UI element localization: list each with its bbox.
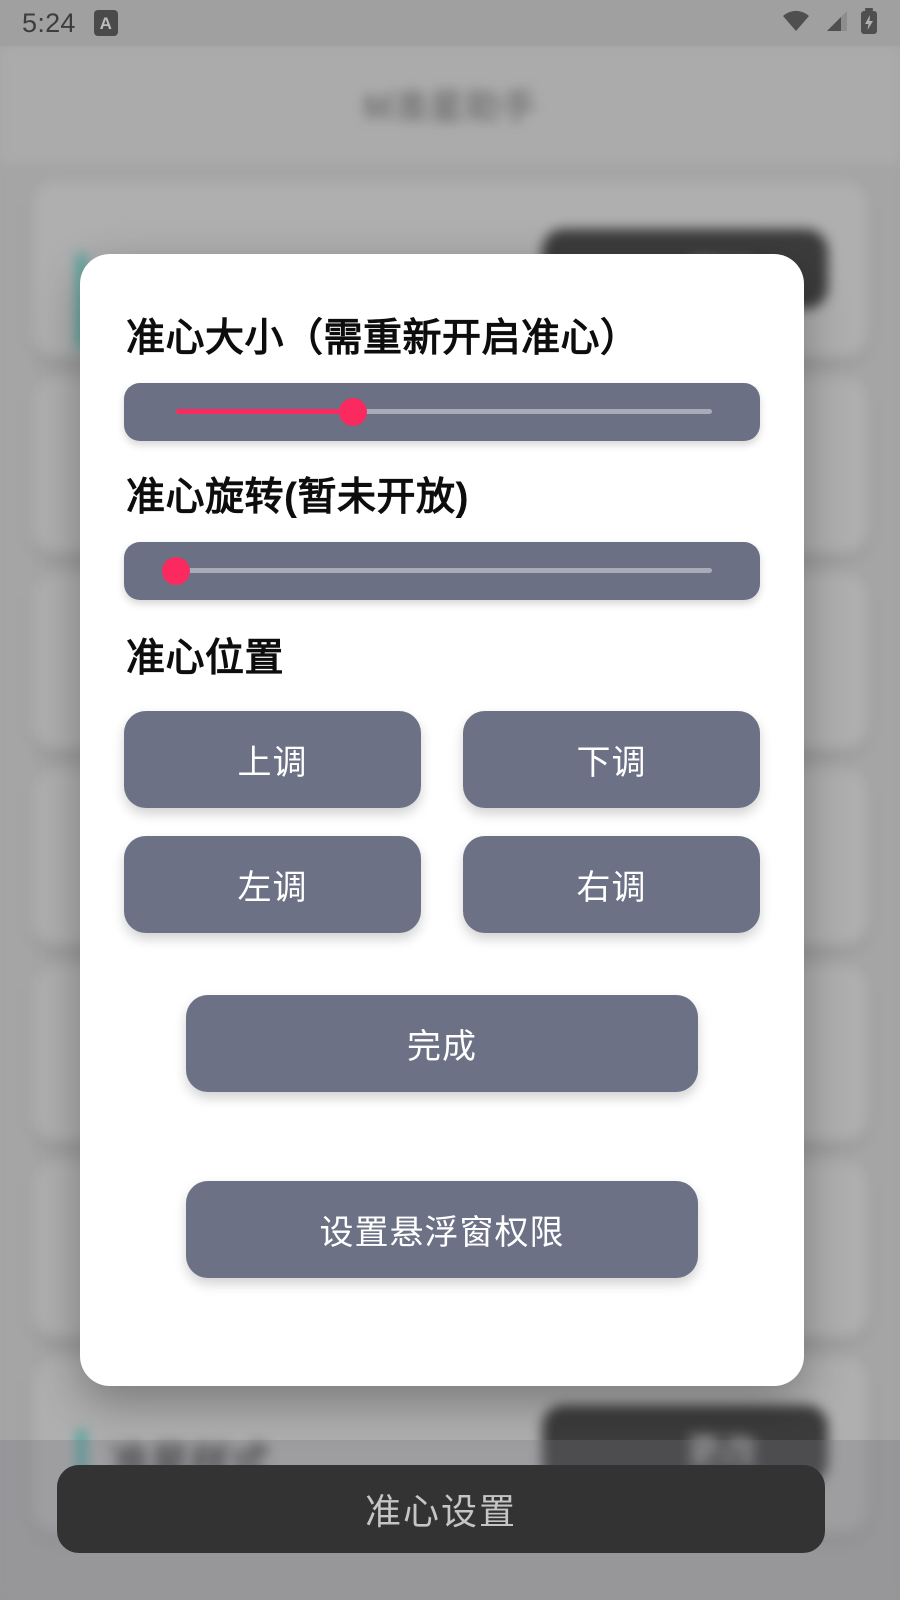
move-down-button[interactable]: 下调 — [463, 710, 760, 808]
crosshair-rotation-label: 准心旋转(暂未开放) — [126, 475, 469, 519]
move-left-button[interactable]: 左调 — [124, 835, 421, 933]
crosshair-rotation-slider[interactable] — [124, 541, 760, 600]
wifi-icon — [782, 10, 810, 37]
done-button[interactable]: 完成 — [186, 994, 698, 1092]
crosshair-size-label: 准心大小（需重新开启准心） — [126, 317, 640, 360]
slider-thumb[interactable] — [162, 556, 190, 585]
phone-screen: M准星助手 准星样式 更改 准星样式 更改 5:24 — [0, 0, 900, 1600]
crosshair-settings-dialog: 准心大小（需重新开启准心） 准心旋转(暂未开放) 准心位置 上调 下调 左调 右… — [80, 254, 804, 1386]
crosshair-size-slider[interactable] — [124, 382, 760, 441]
slider-thumb[interactable] — [338, 397, 367, 426]
status-time: 5:24 — [22, 7, 76, 38]
slider-track — [176, 397, 712, 426]
notification-app-icon: A — [93, 10, 118, 36]
floating-window-permission-button[interactable]: 设置悬浮窗权限 — [186, 1180, 698, 1278]
status-bar-right — [782, 7, 878, 39]
move-right-button[interactable]: 右调 — [463, 835, 760, 933]
crosshair-settings-bar-label: 准心设置 — [364, 1491, 517, 1532]
slider-track — [162, 556, 712, 585]
crosshair-position-label: 准心位置 — [126, 636, 285, 680]
crosshair-settings-bar[interactable]: 准心设置 — [57, 1465, 825, 1553]
status-bar-left: 5:24 A — [22, 8, 118, 39]
position-button-grid: 上调 下调 左调 右调 — [124, 710, 760, 933]
status-bar: 5:24 A — [0, 0, 900, 46]
battery-charging-icon — [860, 7, 878, 39]
cellular-signal-icon — [822, 10, 848, 37]
slider-fill — [176, 409, 353, 415]
move-up-button[interactable]: 上调 — [124, 710, 421, 808]
